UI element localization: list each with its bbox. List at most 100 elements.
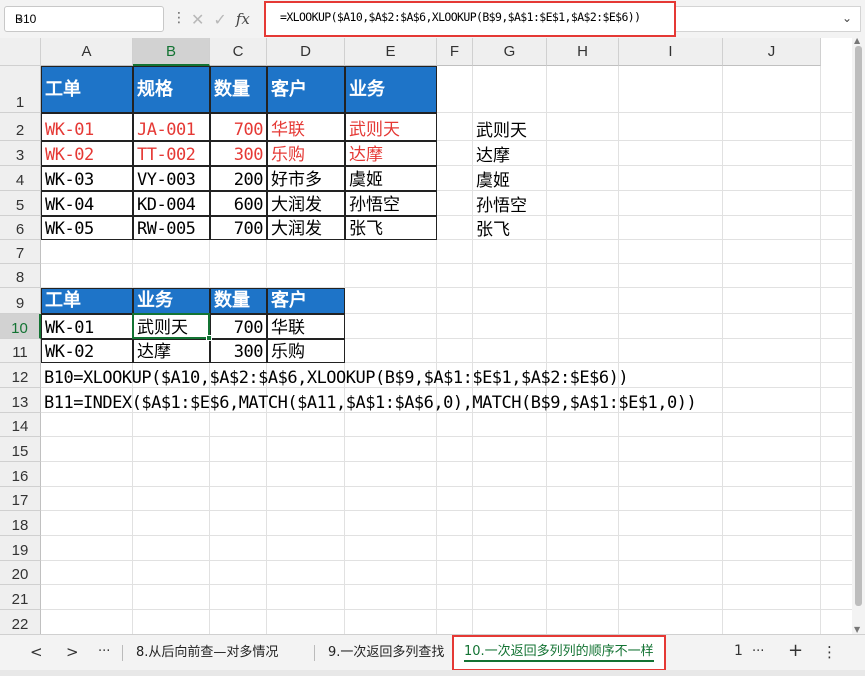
table1-cell[interactable]: KD-004 [133, 191, 210, 216]
table1-cell[interactable]: 大润发 [267, 191, 345, 216]
next-sheet-icon[interactable]: > [66, 643, 79, 661]
table2-header-cell[interactable]: 业务 [133, 288, 210, 314]
table1-cell[interactable]: 300 [210, 141, 267, 166]
row-header-19[interactable]: 19 [0, 536, 41, 561]
table2-cell[interactable]: 700 [210, 314, 267, 339]
row-header-15[interactable]: 15 [0, 437, 41, 462]
table1-cell[interactable]: 好市多 [267, 166, 345, 191]
tab-sheet-9[interactable]: 9.一次返回多列查找 [328, 641, 444, 665]
formula-input[interactable]: =XLOOKUP($A10,$A$2:$A$6,XLOOKUP(B$9,$A$1… [264, 1, 676, 37]
table1-cell[interactable]: 200 [210, 166, 267, 191]
table1-header-cell[interactable]: 业务 [345, 66, 437, 113]
table1-cell[interactable]: 乐购 [267, 141, 345, 166]
column-header-d[interactable]: D [267, 38, 345, 66]
row-header-4[interactable]: 4 [0, 166, 41, 191]
table2-header-cell[interactable]: 工单 [41, 288, 133, 314]
column-header-c[interactable]: C [210, 38, 267, 66]
sheet-menu-icon[interactable]: ⋮ [822, 643, 837, 661]
row-header-8[interactable]: 8 [0, 264, 41, 288]
expand-formula-bar-icon[interactable]: ⌄ [842, 11, 852, 25]
side-list-cell[interactable]: 达摩 [473, 141, 619, 166]
vertical-scrollbar[interactable]: ▲ ▼ [852, 36, 865, 634]
table2-header-cell[interactable]: 数量 [210, 288, 267, 314]
side-list-cell[interactable]: 张飞 [473, 216, 619, 240]
table2-cell[interactable]: 300 [210, 339, 267, 363]
row-header-11[interactable]: 11 [0, 339, 41, 363]
column-header-a[interactable]: A [41, 38, 133, 66]
row-header-20[interactable]: 20 [0, 561, 41, 585]
row-header-10[interactable]: 10 [0, 314, 41, 339]
prev-sheet-icon[interactable]: < [30, 643, 43, 661]
formula-input-extension[interactable]: ⌄ [676, 6, 861, 32]
more-icon[interactable]: ⋮ [172, 10, 186, 26]
row-header-22[interactable]: 22 [0, 610, 41, 634]
table1-cell[interactable]: 大润发 [267, 216, 345, 240]
row-header-7[interactable]: 7 [0, 240, 41, 264]
table1-cell[interactable]: WK-04 [41, 191, 133, 216]
row-header-6[interactable]: 6 [0, 216, 41, 240]
table1-cell[interactable]: 华联 [267, 113, 345, 141]
row-header-3[interactable]: 3 [0, 141, 41, 166]
table2-cell[interactable]: 达摩 [133, 339, 210, 363]
worksheet-grid[interactable]: A B C D E F G H I J 1 2 3 4 5 6 7 8 9 10 11 12 13 14 15 16 17 18 19 2… [0, 38, 852, 634]
row-header-2[interactable]: 2 [0, 113, 41, 141]
row-header-13[interactable]: 13 [0, 388, 41, 413]
table1-cell[interactable]: RW-005 [133, 216, 210, 240]
column-header-e[interactable]: E [345, 38, 437, 66]
column-header-i[interactable]: I [619, 38, 723, 66]
row-header-9[interactable]: 9 [0, 288, 41, 314]
table1-cell[interactable]: VY-003 [133, 166, 210, 191]
table2-header-cell[interactable]: 客户 [267, 288, 345, 314]
column-header-g[interactable]: G [473, 38, 547, 66]
table2-cell[interactable]: 乐购 [267, 339, 345, 363]
table1-header-cell[interactable]: 工单 [41, 66, 133, 113]
table1-cell[interactable]: 孙悟空 [345, 191, 437, 216]
table2-cell[interactable]: 华联 [267, 314, 345, 339]
table1-header-cell[interactable]: 客户 [267, 66, 345, 113]
table1-cell[interactable]: WK-05 [41, 216, 133, 240]
row-header-1[interactable]: 1 [0, 66, 41, 113]
row-header-12[interactable]: 12 [0, 363, 41, 388]
table1-cell[interactable]: 张飞 [345, 216, 437, 240]
scrollbar-thumb[interactable] [855, 46, 862, 606]
more-sheets-icon[interactable]: ··· [98, 644, 110, 659]
table1-cell[interactable]: 600 [210, 191, 267, 216]
side-list-cell[interactable]: 虞姬 [473, 166, 619, 191]
table1-cell[interactable]: WK-02 [41, 141, 133, 166]
table1-cell[interactable]: WK-01 [41, 113, 133, 141]
table1-cell[interactable]: 虞姬 [345, 166, 437, 191]
table1-cell[interactable]: 武则天 [345, 113, 437, 141]
add-sheet-icon[interactable]: + [788, 640, 803, 661]
side-list-cell[interactable]: 武则天 [473, 113, 619, 141]
chevron-down-icon[interactable]: ⌄ [15, 10, 158, 24]
side-list-cell[interactable]: 孙悟空 [473, 191, 619, 216]
table1-cell[interactable]: TT-002 [133, 141, 210, 166]
row-header-17[interactable]: 17 [0, 487, 41, 511]
confirm-icon[interactable]: ✓ [213, 10, 226, 29]
insert-function-icon[interactable]: fx [236, 10, 250, 28]
column-header-f[interactable]: F [437, 38, 473, 66]
row-header-21[interactable]: 21 [0, 585, 41, 610]
row-header-16[interactable]: 16 [0, 462, 41, 487]
scroll-up-icon[interactable]: ▲ [854, 36, 860, 45]
row-header-14[interactable]: 14 [0, 413, 41, 437]
table1-cell[interactable]: WK-03 [41, 166, 133, 191]
column-header-b[interactable]: B [133, 38, 210, 66]
scroll-down-icon[interactable]: ▼ [854, 625, 860, 634]
table1-cell[interactable]: JA-001 [133, 113, 210, 141]
select-all-corner[interactable] [0, 38, 41, 66]
table1-cell[interactable]: 700 [210, 113, 267, 141]
cancel-icon[interactable]: ✕ [191, 10, 204, 29]
more-tabs-icon[interactable]: ··· [752, 644, 764, 659]
table2-cell[interactable]: 武则天 [133, 314, 210, 339]
table1-header-cell[interactable]: 数量 [210, 66, 267, 113]
column-header-h[interactable]: H [547, 38, 619, 66]
column-header-j[interactable]: J [723, 38, 821, 66]
row-header-18[interactable]: 18 [0, 511, 41, 536]
name-box[interactable]: B10 ⌄ [4, 6, 164, 32]
formula-note-b10[interactable]: B10=XLOOKUP($A10,$A$2:$A$6,XLOOKUP(B$9,$… [41, 363, 821, 388]
tab-sheet-8[interactable]: 8.从后向前查—对多情况 [136, 641, 278, 665]
table1-cell[interactable]: 700 [210, 216, 267, 240]
table1-header-cell[interactable]: 规格 [133, 66, 210, 113]
table2-cell[interactable]: WK-01 [41, 314, 133, 339]
